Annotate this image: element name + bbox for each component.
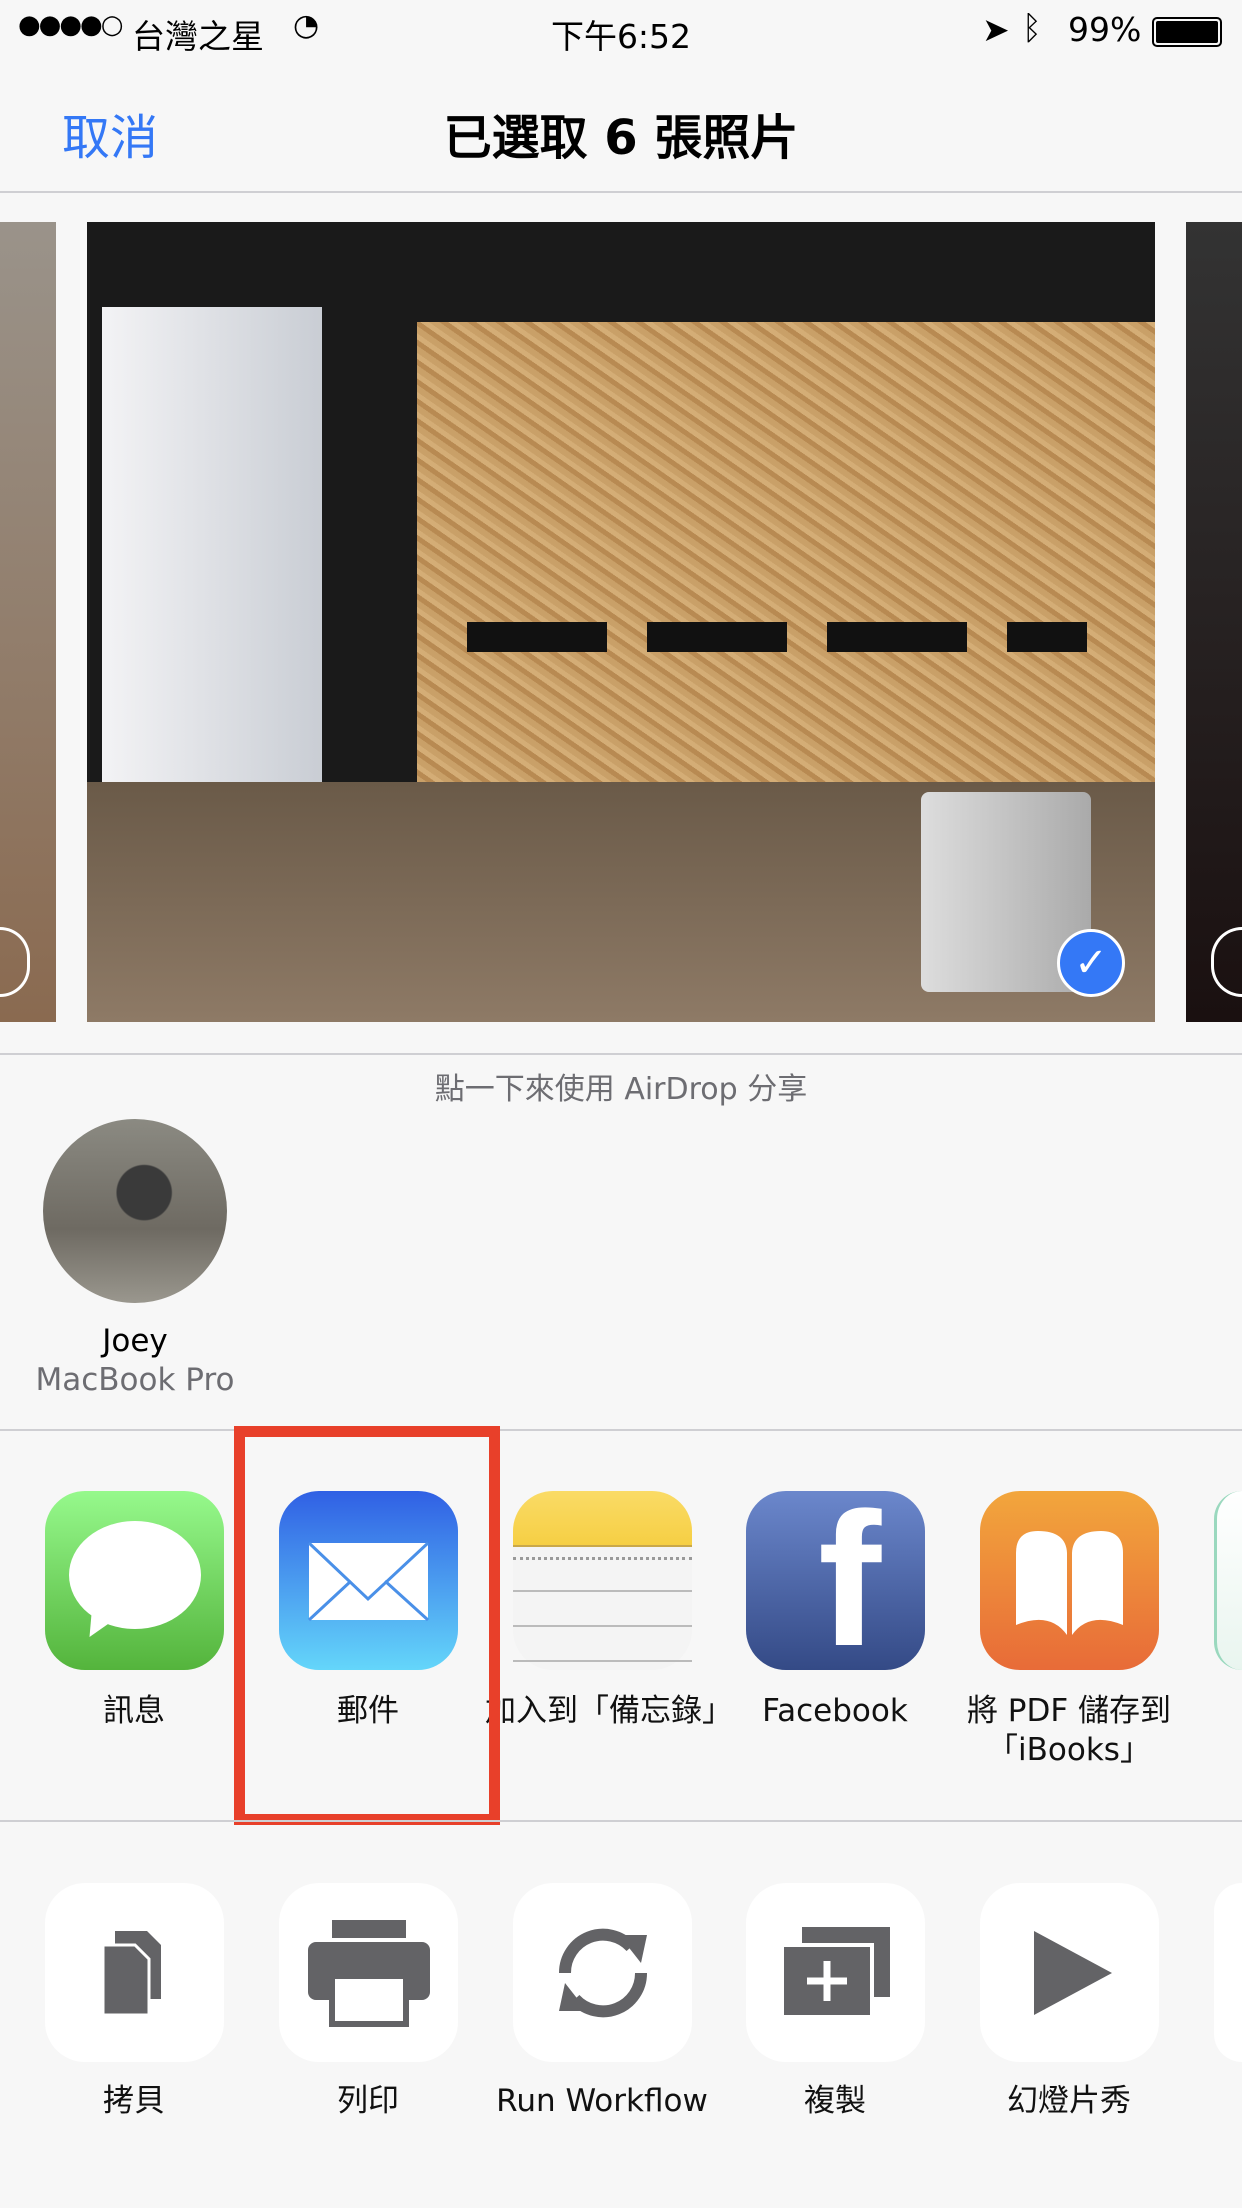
- action-label-slideshow: 幻燈片秀: [1007, 2083, 1131, 2119]
- display-niche: [102, 307, 322, 827]
- battery-icon: [1152, 17, 1222, 47]
- selected-checkmark-icon[interactable]: ✓: [1057, 929, 1125, 997]
- desks: [467, 622, 1087, 652]
- select-circle[interactable]: [0, 927, 30, 997]
- select-circle[interactable]: [1211, 927, 1242, 997]
- status-bar: ●●●●○ 台灣之星 ◔ 下午6:52 ➤ ᛒ 99%: [0, 0, 1242, 62]
- ibooks-icon[interactable]: [980, 1491, 1159, 1670]
- photo-main[interactable]: ✓: [87, 222, 1155, 1022]
- copy-icon[interactable]: [45, 1883, 224, 2062]
- photo-thumbnail-next[interactable]: [1186, 222, 1242, 1022]
- share-label-facebook: Facebook: [762, 1693, 908, 1729]
- wall: [417, 322, 1155, 802]
- action-label-duplicate: 複製: [804, 2083, 866, 2119]
- share-app-more-icon[interactable]: [1214, 1491, 1242, 1670]
- action-label-print: 列印: [337, 2083, 399, 2119]
- airdrop-avatar[interactable]: [43, 1119, 227, 1303]
- bluetooth-icon: ᛒ: [1022, 8, 1042, 47]
- workflow-icon[interactable]: [513, 1883, 692, 2062]
- photo-thumbnail-previous[interactable]: [0, 222, 56, 1022]
- facebook-icon[interactable]: f: [746, 1485, 925, 1675]
- highlight-box: [234, 1426, 500, 1825]
- share-label-notes: 加入到「備忘錄」: [485, 1693, 733, 1729]
- clock: 下午6:52: [550, 17, 692, 56]
- divider: [0, 1429, 1242, 1431]
- divider: [0, 191, 1242, 193]
- share-label-messages: 訊息: [103, 1693, 165, 1729]
- battery-percent: 99%: [1068, 10, 1142, 49]
- divider: [0, 1053, 1242, 1055]
- airdrop-device-name: Joey: [102, 1323, 168, 1359]
- action-more-icon[interactable]: [1214, 1883, 1242, 2062]
- divider: [0, 1820, 1242, 1822]
- airdrop-hint: 點一下來使用 AirDrop 分享: [434, 1072, 808, 1107]
- print-icon[interactable]: [279, 1883, 458, 2062]
- airdrop-device-type: MacBook Pro: [35, 1362, 235, 1398]
- notes-icon[interactable]: [513, 1491, 692, 1670]
- slideshow-icon[interactable]: [980, 1883, 1159, 2062]
- location-icon: ➤: [982, 10, 1010, 49]
- share-label-ibooks: 將 PDF 儲存到「iBooks」: [966, 1693, 1172, 1768]
- messages-icon[interactable]: [45, 1491, 224, 1670]
- action-label-workflow: Run Workflow: [496, 2083, 708, 2119]
- duplicate-icon[interactable]: [746, 1883, 925, 2062]
- action-label-copy: 拷貝: [103, 2083, 165, 2119]
- page-title: 已選取 6 張照片: [443, 110, 799, 166]
